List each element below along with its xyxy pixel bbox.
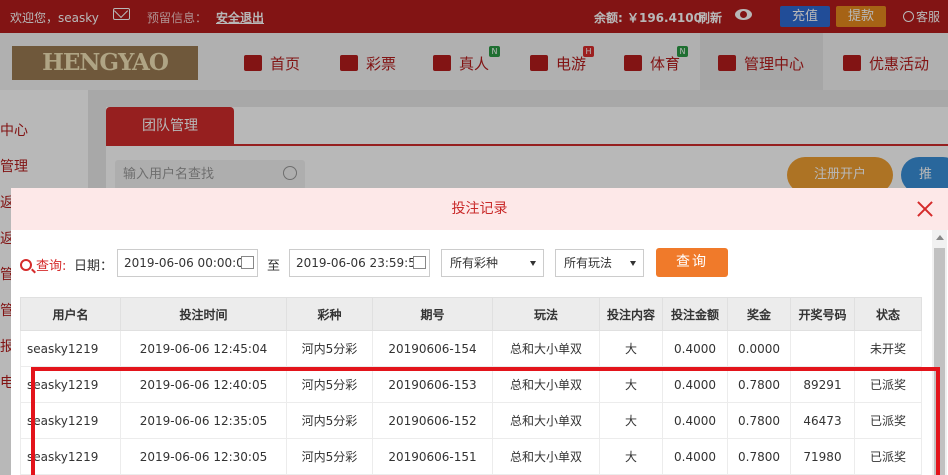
- column-header: 彩种: [286, 297, 373, 331]
- chevron-down-icon: [630, 261, 636, 266]
- cell-issue: 20190606-154: [372, 330, 493, 367]
- cell-prize: 0.0000: [727, 330, 791, 367]
- column-header: 开奖号码: [790, 297, 855, 331]
- close-icon[interactable]: [914, 198, 936, 220]
- play-type-value: 所有玩法: [564, 256, 613, 270]
- column-header: 玩法: [492, 297, 600, 331]
- table-header-row: 用户名 投注时间 彩种 期号 玩法 投注内容 投注金额 奖金 开奖号码 状态: [20, 297, 922, 331]
- lottery-type-select[interactable]: 所有彩种: [441, 249, 544, 277]
- query-button[interactable]: 查询: [656, 248, 728, 277]
- end-date-value: 2019-06-06 23:59:59: [296, 256, 424, 270]
- date-label: 日期：: [74, 259, 114, 274]
- cell-amount: 0.4000: [662, 330, 728, 367]
- cell-draw-number: [790, 330, 855, 367]
- column-header: 投注内容: [599, 297, 663, 331]
- column-header: 投注金额: [662, 297, 728, 331]
- cell-lottery: 河内5分彩: [286, 330, 373, 367]
- highlight-annotation-box: [31, 367, 940, 475]
- chevron-down-icon: [530, 261, 536, 266]
- end-date-field[interactable]: 2019-06-06 23:59:59: [289, 249, 430, 277]
- cell-status: 未开奖: [854, 330, 922, 367]
- cell-content: 大: [599, 330, 663, 367]
- query-label-text: 查询:: [36, 259, 67, 274]
- modal-title: 投注记录: [451, 201, 508, 217]
- query-label: 查询:: [20, 255, 66, 274]
- lottery-type-value: 所有彩种: [450, 256, 499, 270]
- cell-play: 总和大小单双: [492, 330, 600, 367]
- column-header: 期号: [372, 297, 493, 331]
- calendar-icon[interactable]: [413, 256, 426, 269]
- search-icon: [20, 259, 32, 271]
- calendar-icon[interactable]: [241, 256, 254, 269]
- column-header: 状态: [854, 297, 922, 331]
- scroll-up-arrow-icon[interactable]: [936, 235, 944, 240]
- start-date-value: 2019-06-06 00:00:00: [124, 256, 252, 270]
- column-header: 用户名: [20, 297, 121, 331]
- cell-username: seasky1219: [20, 330, 121, 367]
- column-header: 投注时间: [120, 297, 287, 331]
- to-label: 至: [267, 259, 281, 274]
- modal-header: 投注记录: [11, 188, 948, 230]
- column-header: 奖金: [727, 297, 791, 331]
- table-row[interactable]: seasky1219 2019-06-06 12:45:04 河内5分彩 201…: [20, 330, 922, 367]
- cell-bet-time: 2019-06-06 12:45:04: [120, 330, 287, 367]
- play-type-select[interactable]: 所有玩法: [555, 249, 644, 277]
- start-date-field[interactable]: 2019-06-06 00:00:00: [117, 249, 258, 277]
